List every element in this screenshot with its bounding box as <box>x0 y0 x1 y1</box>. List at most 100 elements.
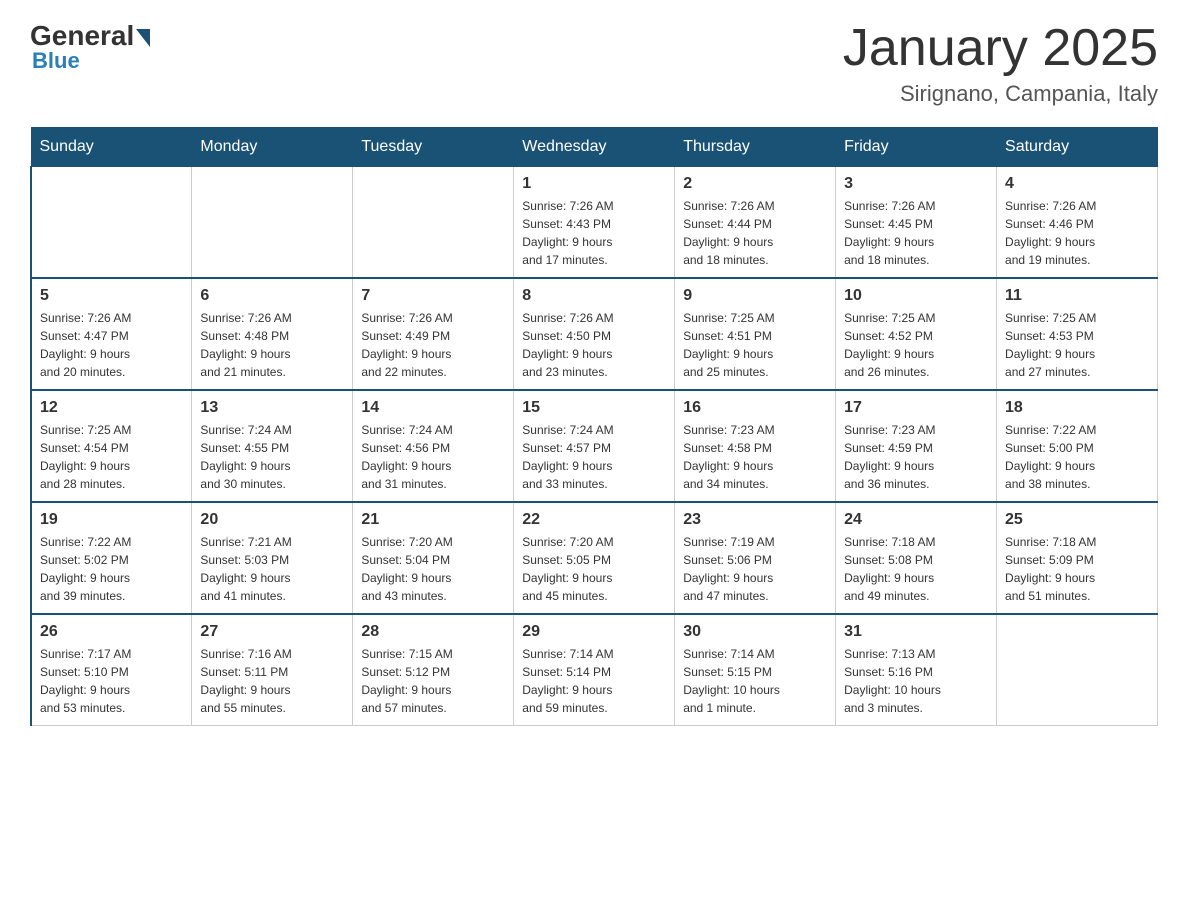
day-info: Sunrise: 7:20 AM Sunset: 5:05 PM Dayligh… <box>522 533 666 605</box>
calendar-cell: 6 Sunrise: 7:26 AM Sunset: 4:48 PM Daylig… <box>192 278 353 390</box>
day-number: 26 <box>40 623 183 641</box>
calendar-cell: 7 Sunrise: 7:26 AM Sunset: 4:49 PM Daylig… <box>353 278 514 390</box>
calendar-cell: 20 Sunrise: 7:21 AM Sunset: 5:03 PM Dayli… <box>192 502 353 614</box>
day-info: Sunrise: 7:14 AM Sunset: 5:14 PM Dayligh… <box>522 645 666 717</box>
calendar-cell: 26 Sunrise: 7:17 AM Sunset: 5:10 PM Dayli… <box>31 614 192 726</box>
calendar-cell: 1Sunrise: 7:26 AM Sunset: 4:43 PM Daylig… <box>514 167 675 279</box>
day-number: 6 <box>200 287 344 305</box>
logo-arrow-icon <box>136 29 150 47</box>
calendar-cell: 2 Sunrise: 7:26 AM Sunset: 4:44 PM Daylig… <box>675 167 836 279</box>
day-info: Sunrise: 7:13 AM Sunset: 5:16 PM Dayligh… <box>844 645 988 717</box>
column-header-sunday: Sunday <box>31 128 192 167</box>
logo-blue: Blue <box>32 48 80 74</box>
calendar-week-row: 19 Sunrise: 7:22 AM Sunset: 5:02 PM Dayli… <box>31 502 1158 614</box>
day-number: 20 <box>200 511 344 529</box>
calendar-cell <box>997 614 1158 726</box>
calendar-cell: 22 Sunrise: 7:20 AM Sunset: 5:05 PM Dayli… <box>514 502 675 614</box>
column-header-monday: Monday <box>192 128 353 167</box>
day-info: Sunrise: 7:22 AM Sunset: 5:02 PM Dayligh… <box>40 533 183 605</box>
location: Sirignano, Campania, Italy <box>843 81 1158 107</box>
calendar-week-row: 26 Sunrise: 7:17 AM Sunset: 5:10 PM Dayli… <box>31 614 1158 726</box>
calendar-cell <box>353 167 514 279</box>
day-number: 13 <box>200 399 344 417</box>
calendar-cell: 23 Sunrise: 7:19 AM Sunset: 5:06 PM Dayli… <box>675 502 836 614</box>
day-number: 15 <box>522 399 666 417</box>
day-info: Sunrise: 7:18 AM Sunset: 5:09 PM Dayligh… <box>1005 533 1149 605</box>
calendar-table: SundayMondayTuesdayWednesdayThursdayFrid… <box>30 127 1158 726</box>
calendar-cell: 3 Sunrise: 7:26 AM Sunset: 4:45 PM Daylig… <box>836 167 997 279</box>
calendar-week-row: 12 Sunrise: 7:25 AM Sunset: 4:54 PM Dayli… <box>31 390 1158 502</box>
day-number: 24 <box>844 511 988 529</box>
calendar-cell: 25 Sunrise: 7:18 AM Sunset: 5:09 PM Dayli… <box>997 502 1158 614</box>
calendar-cell: 21Sunrise: 7:20 AM Sunset: 5:04 PM Dayli… <box>353 502 514 614</box>
day-info: Sunrise: 7:23 AM Sunset: 4:58 PM Dayligh… <box>683 421 827 493</box>
day-info: Sunrise: 7:21 AM Sunset: 5:03 PM Dayligh… <box>200 533 344 605</box>
calendar-cell: 17 Sunrise: 7:23 AM Sunset: 4:59 PM Dayli… <box>836 390 997 502</box>
day-info: Sunrise: 7:24 AM Sunset: 4:55 PM Dayligh… <box>200 421 344 493</box>
calendar-cell <box>192 167 353 279</box>
day-number: 21 <box>361 511 505 529</box>
day-info: Sunrise: 7:17 AM Sunset: 5:10 PM Dayligh… <box>40 645 183 717</box>
day-number: 5 <box>40 287 183 305</box>
calendar-cell: 31Sunrise: 7:13 AM Sunset: 5:16 PM Dayli… <box>836 614 997 726</box>
calendar-cell: 8 Sunrise: 7:26 AM Sunset: 4:50 PM Daylig… <box>514 278 675 390</box>
day-info: Sunrise: 7:26 AM Sunset: 4:48 PM Dayligh… <box>200 309 344 381</box>
calendar-cell: 29Sunrise: 7:14 AM Sunset: 5:14 PM Dayli… <box>514 614 675 726</box>
calendar-cell: 27 Sunrise: 7:16 AM Sunset: 5:11 PM Dayli… <box>192 614 353 726</box>
day-info: Sunrise: 7:26 AM Sunset: 4:49 PM Dayligh… <box>361 309 505 381</box>
calendar-cell: 5Sunrise: 7:26 AM Sunset: 4:47 PM Daylig… <box>31 278 192 390</box>
day-number: 18 <box>1005 399 1149 417</box>
calendar-week-row: 1Sunrise: 7:26 AM Sunset: 4:43 PM Daylig… <box>31 167 1158 279</box>
calendar-cell: 15 Sunrise: 7:24 AM Sunset: 4:57 PM Dayli… <box>514 390 675 502</box>
day-info: Sunrise: 7:24 AM Sunset: 4:57 PM Dayligh… <box>522 421 666 493</box>
day-info: Sunrise: 7:23 AM Sunset: 4:59 PM Dayligh… <box>844 421 988 493</box>
day-info: Sunrise: 7:26 AM Sunset: 4:50 PM Dayligh… <box>522 309 666 381</box>
day-number: 12 <box>40 399 183 417</box>
calendar-cell: 14Sunrise: 7:24 AM Sunset: 4:56 PM Dayli… <box>353 390 514 502</box>
page-header: General Blue January 2025 Sirignano, Cam… <box>30 20 1158 107</box>
day-info: Sunrise: 7:16 AM Sunset: 5:11 PM Dayligh… <box>200 645 344 717</box>
calendar-cell: 24 Sunrise: 7:18 AM Sunset: 5:08 PM Dayli… <box>836 502 997 614</box>
calendar-week-row: 5Sunrise: 7:26 AM Sunset: 4:47 PM Daylig… <box>31 278 1158 390</box>
day-info: Sunrise: 7:14 AM Sunset: 5:15 PM Dayligh… <box>683 645 827 717</box>
calendar-cell: 30Sunrise: 7:14 AM Sunset: 5:15 PM Dayli… <box>675 614 836 726</box>
day-info: Sunrise: 7:22 AM Sunset: 5:00 PM Dayligh… <box>1005 421 1149 493</box>
day-number: 23 <box>683 511 827 529</box>
column-header-friday: Friday <box>836 128 997 167</box>
day-info: Sunrise: 7:15 AM Sunset: 5:12 PM Dayligh… <box>361 645 505 717</box>
day-number: 3 <box>844 175 988 193</box>
day-number: 25 <box>1005 511 1149 529</box>
day-number: 2 <box>683 175 827 193</box>
column-header-thursday: Thursday <box>675 128 836 167</box>
day-info: Sunrise: 7:25 AM Sunset: 4:53 PM Dayligh… <box>1005 309 1149 381</box>
day-number: 9 <box>683 287 827 305</box>
day-number: 4 <box>1005 175 1149 193</box>
day-info: Sunrise: 7:26 AM Sunset: 4:46 PM Dayligh… <box>1005 197 1149 269</box>
calendar-cell: 10Sunrise: 7:25 AM Sunset: 4:52 PM Dayli… <box>836 278 997 390</box>
day-number: 10 <box>844 287 988 305</box>
calendar-cell: 13 Sunrise: 7:24 AM Sunset: 4:55 PM Dayli… <box>192 390 353 502</box>
day-number: 17 <box>844 399 988 417</box>
day-info: Sunrise: 7:26 AM Sunset: 4:44 PM Dayligh… <box>683 197 827 269</box>
calendar-cell: 28 Sunrise: 7:15 AM Sunset: 5:12 PM Dayli… <box>353 614 514 726</box>
day-info: Sunrise: 7:18 AM Sunset: 5:08 PM Dayligh… <box>844 533 988 605</box>
day-info: Sunrise: 7:19 AM Sunset: 5:06 PM Dayligh… <box>683 533 827 605</box>
calendar-cell: 12 Sunrise: 7:25 AM Sunset: 4:54 PM Dayli… <box>31 390 192 502</box>
day-number: 22 <box>522 511 666 529</box>
calendar-cell: 11Sunrise: 7:25 AM Sunset: 4:53 PM Dayli… <box>997 278 1158 390</box>
column-header-wednesday: Wednesday <box>514 128 675 167</box>
calendar-header-row: SundayMondayTuesdayWednesdayThursdayFrid… <box>31 128 1158 167</box>
day-info: Sunrise: 7:26 AM Sunset: 4:45 PM Dayligh… <box>844 197 988 269</box>
month-title: January 2025 <box>843 20 1158 77</box>
day-info: Sunrise: 7:26 AM Sunset: 4:43 PM Dayligh… <box>522 197 666 269</box>
calendar-cell: 18 Sunrise: 7:22 AM Sunset: 5:00 PM Dayli… <box>997 390 1158 502</box>
day-number: 28 <box>361 623 505 641</box>
column-header-tuesday: Tuesday <box>353 128 514 167</box>
calendar-cell: 19 Sunrise: 7:22 AM Sunset: 5:02 PM Dayli… <box>31 502 192 614</box>
day-number: 8 <box>522 287 666 305</box>
day-number: 7 <box>361 287 505 305</box>
day-number: 19 <box>40 511 183 529</box>
day-info: Sunrise: 7:25 AM Sunset: 4:54 PM Dayligh… <box>40 421 183 493</box>
day-number: 27 <box>200 623 344 641</box>
title-section: January 2025 Sirignano, Campania, Italy <box>843 20 1158 107</box>
